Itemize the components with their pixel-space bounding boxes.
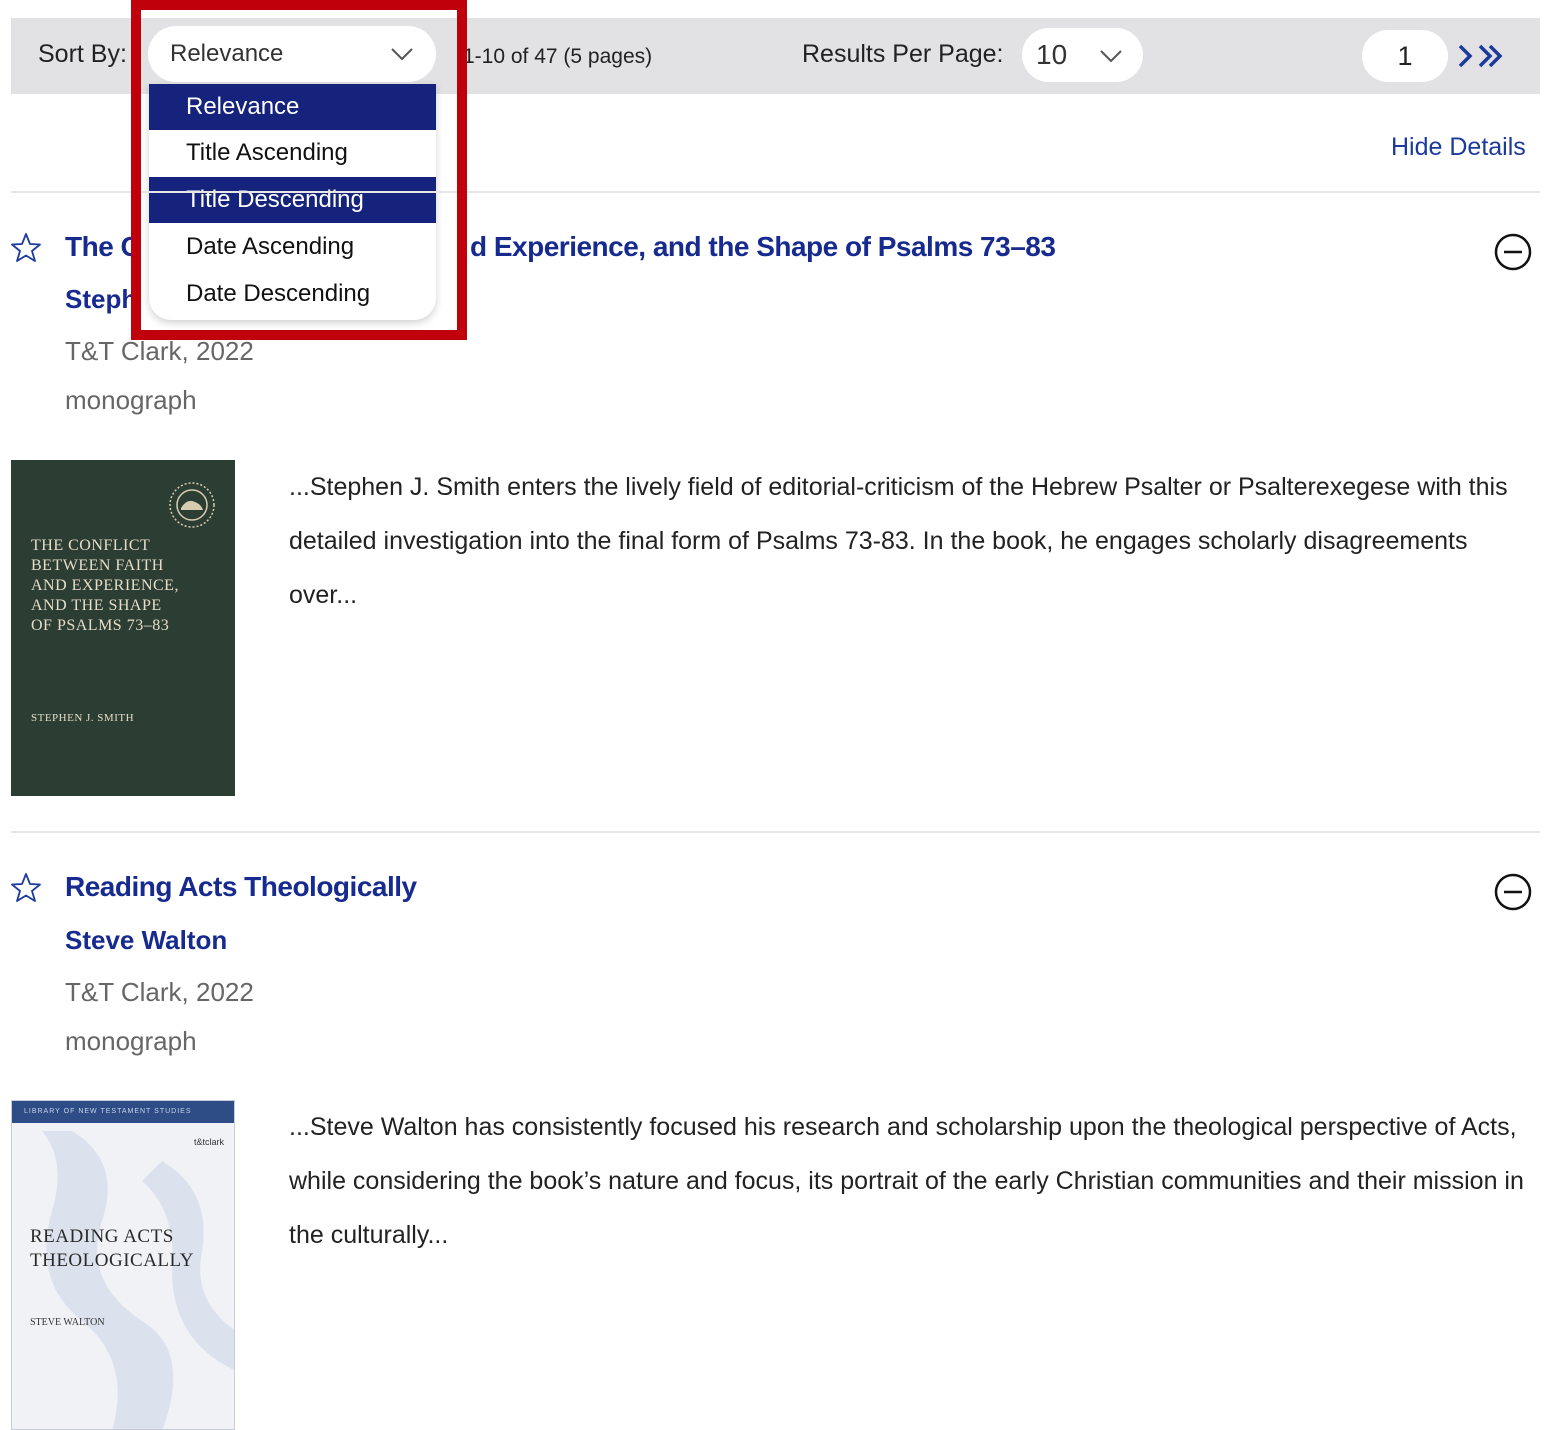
chevron-down-icon — [1100, 50, 1122, 63]
star-outline-icon[interactable] — [10, 872, 42, 904]
result-publisher: T&T Clark, 2022 — [65, 977, 254, 1007]
result-count: 1-10 of 47 (5 pages) — [463, 45, 653, 68]
collapse-minus-icon[interactable] — [1493, 872, 1533, 912]
cover-author: STEVE WALTON — [30, 1317, 105, 1328]
cover-publisher-mark: t&tclark — [193, 1137, 224, 1147]
results-per-page-label: Results Per Page: — [802, 40, 1004, 68]
book-cover-image[interactable]: THE CONFLICT BETWEEN FAITH AND EXPERIENC… — [11, 460, 235, 796]
collapse-minus-icon[interactable] — [1493, 232, 1533, 272]
results-per-page-select[interactable]: 10 — [1022, 28, 1143, 82]
result-snippet: ...Steve Walton has consistently focused… — [289, 1113, 1524, 1249]
book-cover-image[interactable]: LIBRARY OF NEW TESTAMENT STUDIES t&tclar… — [11, 1100, 235, 1430]
result-author-link[interactable]: Steve Walton — [65, 925, 227, 956]
result-publisher: T&T Clark, 2022 — [65, 336, 254, 366]
hide-details-link[interactable]: Hide Details — [1391, 133, 1526, 162]
next-page-icon[interactable] — [1456, 38, 1508, 74]
publisher-seal-icon — [169, 482, 215, 528]
result-title-link[interactable]: Reading Acts Theologically — [65, 871, 417, 903]
cover-title: READING ACTS THEOLOGICALLY — [30, 1226, 194, 1271]
result-title-link[interactable]: d Experience, and the Shape of Psalms 73… — [470, 231, 1056, 263]
cover-title: THE CONFLICT BETWEEN FAITH AND EXPERIENC… — [31, 537, 179, 634]
result-type: monograph — [65, 1026, 197, 1056]
cover-series: LIBRARY OF NEW TESTAMENT STUDIES — [24, 1108, 192, 1115]
divider — [11, 831, 1540, 833]
last-page-icon — [1478, 44, 1493, 68]
page-number-input[interactable]: 1 — [1362, 30, 1448, 82]
highlight-box — [131, 0, 467, 340]
result-author-link[interactable]: Steph — [65, 284, 137, 315]
star-outline-icon[interactable] — [10, 232, 42, 264]
result-type: monograph — [65, 385, 197, 415]
result-title-visible-start[interactable]: The C — [65, 231, 141, 263]
results-per-page-value: 10 — [1036, 39, 1068, 70]
sort-by-label: Sort By: — [38, 40, 127, 68]
result-snippet: ...Stephen J. Smith enters the lively fi… — [289, 473, 1508, 609]
cover-author: STEPHEN J. SMITH — [31, 712, 135, 724]
